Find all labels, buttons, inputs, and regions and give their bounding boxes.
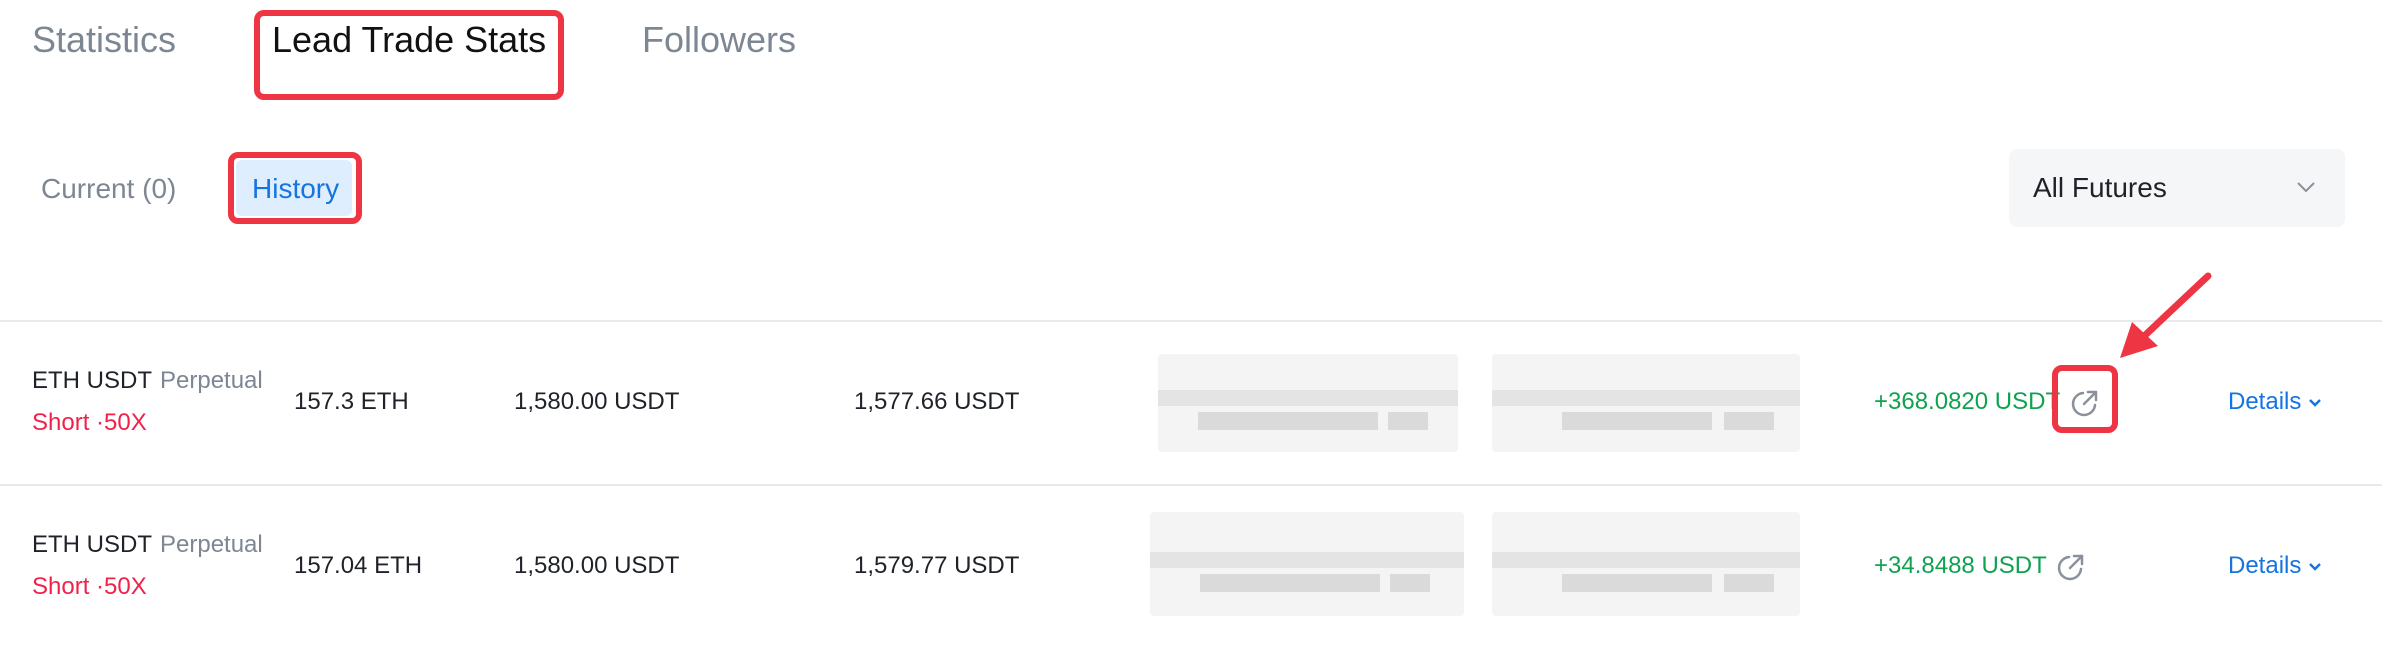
exit-price: 1,577.66 USDT: [854, 388, 1020, 415]
annotation-highlight-history: [228, 152, 362, 224]
position-side: Short ·50X: [32, 409, 147, 436]
symbol-cell: ETH USDT Perpetual: [32, 530, 263, 560]
annotation-arrow-icon: [2120, 272, 2212, 358]
realized-pnl: +368.0820 USDT: [1874, 388, 2061, 415]
position-side: Short ·50X: [32, 573, 147, 600]
tab-followers[interactable]: Followers: [642, 18, 796, 62]
futures-filter-dropdown[interactable]: All Futures: [2009, 149, 2345, 227]
share-icon[interactable]: [2055, 551, 2087, 583]
position-size: 157.04 ETH: [294, 552, 423, 579]
blurred-value: [1492, 354, 1800, 452]
blurred-value: [1158, 354, 1458, 452]
contract-type: Perpetual: [160, 367, 263, 394]
entry-price: 1,580.00 USDT: [514, 388, 680, 415]
details-button[interactable]: Details: [2228, 387, 2323, 417]
exit-price: 1,579.77 USDT: [854, 552, 1020, 579]
chevron-down-icon: [2309, 398, 2322, 407]
details-button[interactable]: Details: [2228, 551, 2323, 581]
entry-price: 1,580.00 USDT: [514, 552, 680, 579]
realized-pnl: +34.8488 USDT: [1874, 552, 2047, 579]
symbol-name: ETH USDT: [32, 531, 152, 558]
blurred-value: [1492, 512, 1800, 616]
annotation-highlight-share: [2052, 365, 2118, 433]
contract-type: Perpetual: [160, 531, 263, 558]
subtab-current[interactable]: Current (0): [41, 171, 176, 207]
tab-statistics[interactable]: Statistics: [32, 18, 176, 62]
position-size: 157.3 ETH: [294, 388, 409, 415]
table-row: ETH USDT Perpetual Short ·50X 157.04 ETH …: [0, 486, 2382, 648]
futures-filter-value: All Futures: [2033, 172, 2167, 203]
symbol-name: ETH USDT: [32, 367, 152, 394]
annotation-highlight-lead-tab: [254, 10, 564, 100]
chevron-down-icon: [2309, 562, 2322, 571]
symbol-cell: ETH USDT Perpetual: [32, 366, 263, 396]
chevron-down-icon: [2297, 182, 2315, 193]
details-label: Details: [2228, 388, 2302, 415]
table-row: ETH USDT Perpetual Short ·50X 157.3 ETH 1…: [0, 322, 2382, 484]
details-label: Details: [2228, 552, 2302, 579]
blurred-value: [1150, 512, 1464, 616]
